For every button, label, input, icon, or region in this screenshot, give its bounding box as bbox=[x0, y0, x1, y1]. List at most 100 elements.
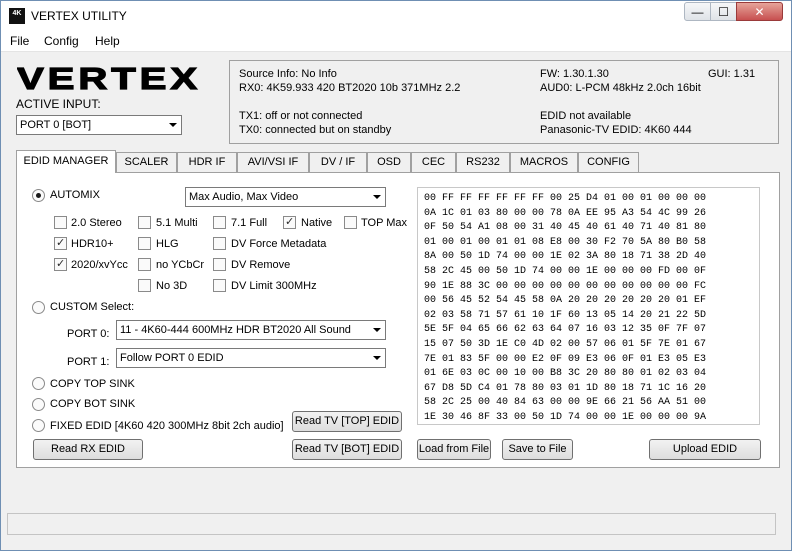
dv-force-label: DV Force Metadata bbox=[231, 238, 327, 250]
hex-line: 01 00 01 00 01 01 08 E8 00 30 F2 70 5A 8… bbox=[424, 236, 707, 248]
tab-hdr-if[interactable]: HDR IF bbox=[177, 152, 237, 172]
hex-line: 0F 50 54 A1 08 00 31 40 45 40 61 40 71 4… bbox=[424, 222, 707, 234]
menu-file[interactable]: File bbox=[10, 34, 29, 48]
automix-mode-select[interactable]: Max Audio, Max Video bbox=[185, 187, 386, 207]
chevron-down-icon bbox=[372, 188, 382, 206]
automix-radio[interactable] bbox=[32, 189, 45, 202]
minimize-button[interactable]: — bbox=[684, 2, 711, 21]
tab-scaler[interactable]: SCALER bbox=[116, 152, 177, 172]
multi51-checkbox[interactable] bbox=[138, 216, 151, 229]
no-3d-label: No 3D bbox=[156, 280, 188, 292]
hex-line: 02 03 58 71 57 61 10 1F 60 13 05 14 20 2… bbox=[424, 309, 707, 321]
maximize-button[interactable]: ☐ bbox=[710, 2, 737, 21]
active-input-select[interactable]: PORT 0 [BOT] bbox=[16, 115, 182, 135]
hex-line: 90 1E 88 3C 00 00 00 00 00 00 00 00 00 0… bbox=[424, 280, 707, 292]
copy-bot-sink-label: COPY BOT SINK bbox=[50, 398, 136, 410]
close-icon: ✕ bbox=[754, 5, 765, 19]
dv-force-checkbox[interactable] bbox=[213, 237, 226, 250]
hex-line: 7E 01 83 5F 00 00 E2 0F 09 E3 06 0F 01 E… bbox=[424, 353, 707, 365]
window-title: VERTEX UTILITY bbox=[31, 9, 127, 23]
tab-avi-vsi-if[interactable]: AVI/VSI IF bbox=[237, 152, 309, 172]
audio-info: AUD0: L-PCM 48kHz 2.0ch 16bit bbox=[540, 82, 701, 94]
no-3d-checkbox[interactable] bbox=[138, 279, 151, 292]
hex-line: 00 56 45 52 54 45 58 0A 20 20 20 20 20 2… bbox=[424, 295, 707, 307]
port1-edid-value: Follow PORT 0 EDID bbox=[120, 352, 224, 364]
topmax-label: TOP Max bbox=[361, 217, 408, 229]
full71-label: 7.1 Full bbox=[231, 217, 268, 229]
automix-label: AUTOMIX bbox=[50, 189, 100, 201]
active-input-label: ACTIVE INPUT: bbox=[16, 97, 101, 111]
dv-limit-label: DV Limit 300MHz bbox=[231, 280, 317, 292]
xvycc-label: 2020/xvYcc bbox=[71, 259, 128, 271]
native-label: Native bbox=[301, 217, 333, 229]
tx0-info: TX0: connected but on standby bbox=[239, 124, 392, 136]
port0-edid-value: 11 - 4K60-444 600MHz HDR BT2020 All Soun… bbox=[120, 324, 351, 336]
tab-rs232[interactable]: RS232 bbox=[456, 152, 510, 172]
dv-remove-checkbox[interactable] bbox=[213, 258, 226, 271]
fixed-edid-radio[interactable] bbox=[32, 419, 45, 432]
edid-name: Panasonic-TV EDID: 4K60 444 bbox=[540, 124, 692, 136]
copy-bot-sink-radio[interactable] bbox=[32, 398, 45, 411]
tx1-info: TX1: off or not connected bbox=[239, 110, 363, 122]
tab-edid-manager[interactable]: EDID MANAGER bbox=[16, 150, 116, 173]
upload-edid-button[interactable]: Upload EDID bbox=[649, 439, 761, 460]
hlg-label: HLG bbox=[156, 238, 179, 250]
rx0-info: RX0: 4K59.933 420 BT2020 10b 371MHz 2.2 bbox=[239, 82, 461, 94]
maximize-icon: ☐ bbox=[718, 5, 729, 19]
copy-top-sink-radio[interactable] bbox=[32, 377, 45, 390]
stereo-label: 2.0 Stereo bbox=[71, 217, 122, 229]
menu-bar: File Config Help bbox=[1, 30, 791, 52]
firmware-version: FW: 1.30.1.30 bbox=[540, 68, 609, 80]
app-4k-icon: 4K bbox=[9, 8, 25, 24]
dv-remove-label: DV Remove bbox=[231, 259, 291, 271]
read-tv-top-edid-button[interactable]: Read TV [TOP] EDID bbox=[292, 411, 402, 432]
menu-help[interactable]: Help bbox=[95, 34, 120, 48]
dv-limit-checkbox[interactable] bbox=[213, 279, 226, 292]
tab-cec[interactable]: CEC bbox=[411, 152, 456, 172]
close-button[interactable]: ✕ bbox=[736, 2, 783, 21]
xvycc-checkbox[interactable] bbox=[54, 257, 67, 271]
hex-line: 5E 5F 04 65 66 62 63 64 07 16 03 12 35 0… bbox=[424, 324, 707, 336]
port0-edid-select[interactable]: 11 - 4K60-444 600MHz HDR BT2020 All Soun… bbox=[116, 320, 386, 340]
chevron-down-icon bbox=[168, 116, 178, 134]
hex-line: 58 2C 25 00 40 84 63 00 00 9E 66 21 56 A… bbox=[424, 397, 707, 409]
hex-line: 0A 1C 01 03 80 00 00 78 0A EE 95 A3 54 4… bbox=[424, 207, 707, 219]
chevron-down-icon bbox=[372, 349, 382, 367]
chevron-down-icon bbox=[372, 321, 382, 339]
status-bar bbox=[7, 513, 776, 535]
topmax-checkbox[interactable] bbox=[344, 216, 357, 229]
active-input-value: PORT 0 [BOT] bbox=[20, 119, 92, 131]
stereo-checkbox[interactable] bbox=[54, 216, 67, 229]
tab-config[interactable]: CONFIG bbox=[578, 152, 639, 172]
hex-line: 00 FF FF FF FF FF FF 00 25 D4 01 00 01 0… bbox=[424, 193, 707, 204]
custom-select-label: CUSTOM Select: bbox=[50, 301, 135, 313]
port1-label: PORT 1: bbox=[67, 356, 110, 368]
port0-label: PORT 0: bbox=[67, 328, 110, 340]
edid-hex-view[interactable]: 00 FF FF FF FF FF FF 00 25 D4 01 00 01 0… bbox=[417, 187, 760, 425]
edid-status: EDID not available bbox=[540, 110, 632, 122]
hex-line: 01 6E 03 0C 00 10 00 B8 3C 20 80 80 01 0… bbox=[424, 368, 707, 380]
svg-text:VERTEX: VERTEX bbox=[17, 64, 201, 92]
tab-macros[interactable]: MACROS bbox=[510, 152, 578, 172]
load-from-file-button[interactable]: Load from File bbox=[417, 439, 491, 460]
vertex-logo: VERTEX bbox=[17, 64, 201, 92]
native-checkbox[interactable] bbox=[283, 215, 296, 229]
hlg-checkbox[interactable] bbox=[138, 237, 151, 250]
menu-config[interactable]: Config bbox=[44, 34, 79, 48]
source-info: Source Info: No Info bbox=[239, 68, 337, 80]
read-tv-bot-edid-button[interactable]: Read TV [BOT] EDID bbox=[292, 439, 402, 460]
copy-top-sink-label: COPY TOP SINK bbox=[50, 378, 135, 390]
full71-checkbox[interactable] bbox=[213, 216, 226, 229]
tab-dv-if[interactable]: DV / IF bbox=[309, 152, 367, 172]
hdr10-checkbox[interactable] bbox=[54, 236, 67, 250]
port1-edid-select[interactable]: Follow PORT 0 EDID bbox=[116, 348, 386, 368]
gui-version: GUI: 1.31 bbox=[708, 68, 756, 80]
tab-osd[interactable]: OSD bbox=[367, 152, 411, 172]
hex-line: 58 2C 45 00 50 1D 74 00 00 1E 00 00 00 F… bbox=[424, 265, 707, 277]
custom-select-radio[interactable] bbox=[32, 301, 45, 314]
save-to-file-button[interactable]: Save to File bbox=[502, 439, 573, 460]
read-rx-edid-button[interactable]: Read RX EDID bbox=[33, 439, 143, 460]
hex-line: 1E 30 46 8F 33 00 50 1D 74 00 00 1E 00 0… bbox=[424, 411, 707, 423]
no-ycbcr-checkbox[interactable] bbox=[138, 258, 151, 271]
title-bar[interactable]: 4K VERTEX UTILITY — ☐ ✕ bbox=[1, 1, 791, 30]
